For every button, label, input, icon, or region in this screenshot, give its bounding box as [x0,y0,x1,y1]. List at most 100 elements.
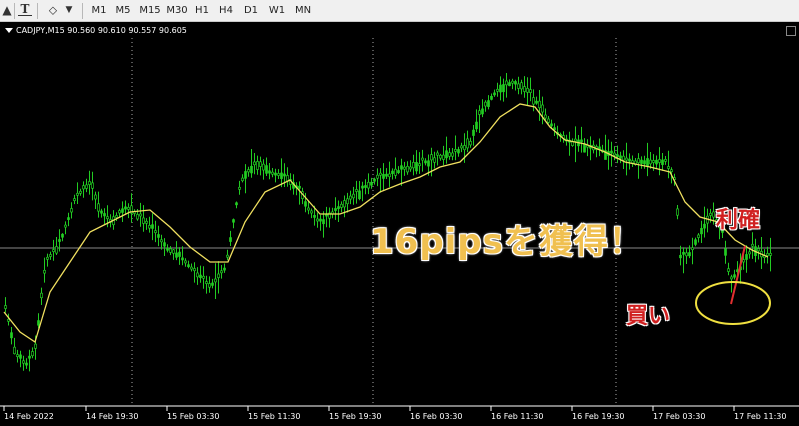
candle-body [40,292,43,299]
candle-body [643,160,646,165]
candle-body [679,254,682,259]
candle-body [46,256,49,260]
candle-body [259,161,262,167]
candle-body [724,248,727,256]
candle-body [28,355,31,359]
candle-body [91,182,94,189]
candle-body [148,225,151,229]
candle-body [184,260,187,264]
candle-body [460,145,463,149]
timeframe-m1[interactable]: M1 [88,3,110,18]
candle-body [409,166,412,170]
candle-body [265,165,268,174]
candle-body [205,281,208,284]
candle-body [346,198,349,205]
time-label: 16 Feb 11:30 [491,412,544,421]
timeframe-h4[interactable]: H4 [216,3,236,18]
candle-body [382,174,385,179]
candle-body [547,118,550,123]
candle-body [553,127,556,131]
candle-body [613,152,616,156]
candle-body [622,155,625,161]
candle-body [220,270,223,274]
candle-body [58,239,61,242]
shapes-icon[interactable]: ⬦ [44,3,62,18]
candle-body [70,208,73,213]
candle-body [466,138,469,149]
candle-body [337,206,340,210]
candle-body [247,169,250,173]
candle-body [397,170,400,174]
candle-body [136,214,139,220]
timeframe-m30[interactable]: M30 [164,3,190,18]
candle-body [475,121,478,130]
candle-body [169,248,172,253]
candle-body [250,165,253,174]
candle-body [415,162,418,172]
text-icon[interactable]: T [18,3,32,16]
candle-body [367,181,370,189]
timeframe-mn[interactable]: MN [291,3,315,18]
candle-body [196,272,199,278]
candle-body [154,230,157,234]
candle-body [181,257,184,261]
candle-body [631,160,634,164]
candle-body [352,193,355,199]
candle-body [163,242,166,247]
symbol-dropdown-icon[interactable] [5,28,13,33]
timeframe-w1[interactable]: W1 [266,3,288,18]
candle-body [616,154,619,158]
candle-body [241,177,244,182]
candle-body [4,305,7,309]
candle-body [730,276,733,280]
time-label: 17 Feb 03:30 [653,412,706,421]
candle-body [160,239,163,243]
candle-body [502,84,505,93]
timeframe-d1[interactable]: D1 [241,3,261,18]
candle-body [319,218,322,222]
candle-body [103,213,106,217]
candle-body [406,166,409,173]
symbol-info: CADJPY,M15 90.560 90.610 90.557 90.605 [16,26,187,35]
candle-body [670,169,673,173]
candle-body [574,138,577,142]
candle-body [664,159,667,162]
timeframe-h1[interactable]: H1 [192,3,212,18]
candle-body [454,149,457,152]
candle-body [436,152,439,156]
candle-body [124,206,127,210]
candle-body [25,362,28,366]
candle-body [484,101,487,107]
candle-body [307,207,310,211]
price-chart[interactable]: CADJPY,M15 90.560 90.610 90.557 90.605 1… [0,22,799,426]
candle-body [310,210,313,214]
time-label: 15 Feb 11:30 [248,412,301,421]
candle-body [526,88,529,93]
trade-entry-line [730,245,746,305]
candle-body [439,154,442,159]
candle-body [340,203,343,208]
candle-body [79,190,82,194]
candle-body [316,218,319,222]
crosshair-icon[interactable]: ▲ [2,3,12,18]
candle-body [253,161,256,166]
candle-body [76,192,79,196]
toolbar: ▲ T ⬦ ▼ M1 M5 M15 M30 H1 H4 D1 W1 MN [0,0,799,22]
candle-body [304,201,307,207]
candle-body [457,149,460,154]
timeframe-m15[interactable]: M15 [137,3,163,18]
candle-body [361,185,364,189]
candle-body [388,173,391,178]
candle-body [694,239,697,245]
candle-body [31,351,34,357]
candle-body [463,145,466,151]
candle-body [187,264,190,268]
candle-body [34,343,37,349]
candle-body [697,234,700,238]
timeframe-m5[interactable]: M5 [112,3,134,18]
chart-shift-icon[interactable] [786,26,796,36]
candle-body [334,208,337,211]
dropdown-arrow-icon[interactable]: ▼ [64,3,74,18]
candle-body [322,219,325,225]
candle-body [418,163,421,167]
